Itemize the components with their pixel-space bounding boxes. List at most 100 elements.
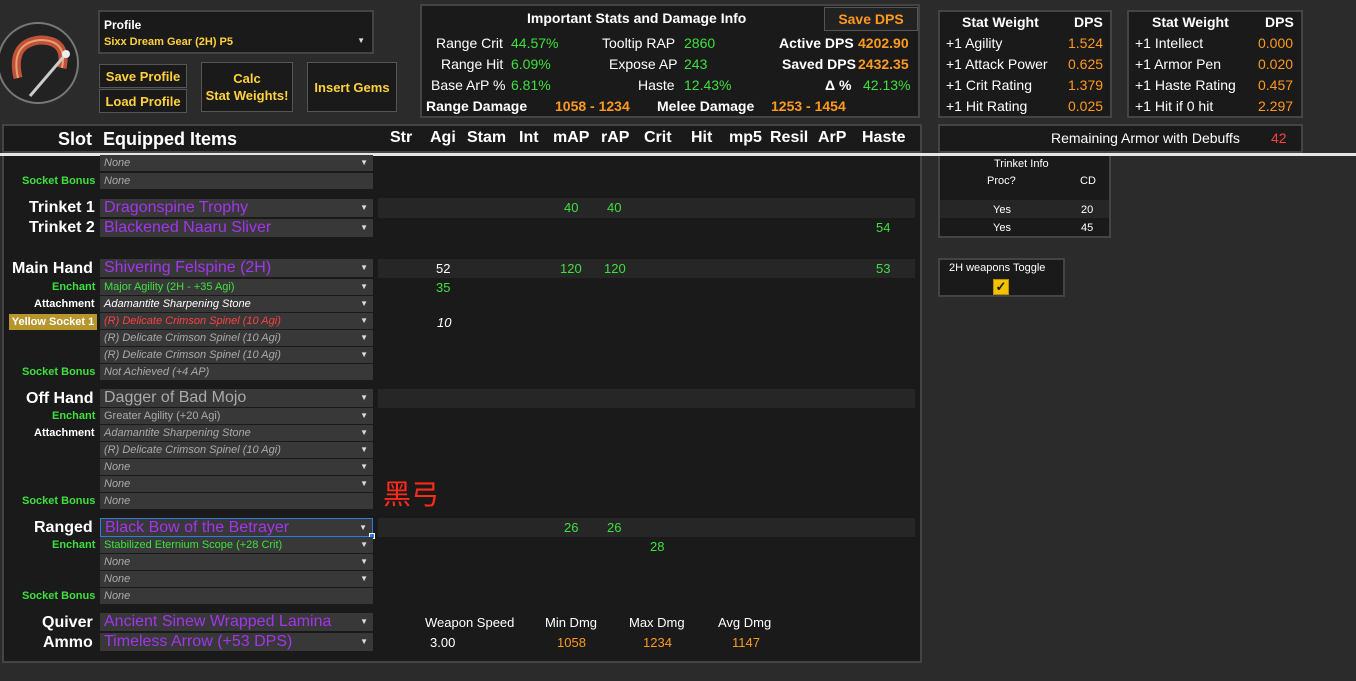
main-socket3-select[interactable]: (R) Delicate Crimson Spinel (10 Agi) ▼ xyxy=(100,347,373,363)
off-hand-select[interactable]: Dagger of Bad Mojo ▼ xyxy=(100,389,373,407)
col-haste: Haste xyxy=(862,129,906,146)
main-enchant-select[interactable]: Major Agility (2H - +35 Agi) ▼ xyxy=(100,279,373,295)
profile-select[interactable]: Sixx Dream Gear (2H) P5 ▼ xyxy=(102,36,370,52)
main-socket2-value: (R) Delicate Crimson Spinel (10 Agi) xyxy=(104,332,281,344)
chevron-down-icon[interactable]: ▼ xyxy=(360,389,368,407)
main-hand-select[interactable]: Shivering Felspine (2H) ▼ xyxy=(100,259,373,277)
melee-damage-value: 1253 - 1454 xyxy=(771,98,846,114)
gem-socket-select[interactable]: None ▼ xyxy=(100,155,373,171)
trinket1-select[interactable]: Dragonspine Trophy ▼ xyxy=(100,199,373,217)
stat-weight-header: Stat Weight xyxy=(962,14,1039,30)
off-attachment-select[interactable]: Adamantite Sharpening Stone ▼ xyxy=(100,425,373,441)
range-damage-label: Range Damage xyxy=(426,98,528,114)
off-enchant-value: Greater Agility (+20 Agi) xyxy=(104,410,221,422)
main-hand-value: Shivering Felspine (2H) xyxy=(104,259,272,276)
main-attachment-select[interactable]: Adamantite Sharpening Stone ▼ xyxy=(100,296,373,312)
chevron-down-icon[interactable]: ▼ xyxy=(360,425,368,441)
chevron-down-icon[interactable]: ▼ xyxy=(360,537,368,553)
ranged-enchant-value: Stabilized Eternium Scope (+28 Crit) xyxy=(104,539,283,551)
off-socket2-value: None xyxy=(104,461,131,473)
chevron-down-icon[interactable]: ▼ xyxy=(357,36,365,45)
attachment-label: Attachment xyxy=(34,298,95,310)
ranged-socket2-select[interactable]: None ▼ xyxy=(100,571,373,587)
range-crit-label: Range Crit xyxy=(436,35,503,51)
chevron-down-icon[interactable]: ▼ xyxy=(360,347,368,363)
avg-dmg-label: Avg Dmg xyxy=(718,615,772,630)
off-socket3-select[interactable]: None ▼ xyxy=(100,476,373,492)
stat-weight-header: Stat Weight xyxy=(1152,14,1229,30)
profile-select-value: Sixx Dream Gear (2H) P5 xyxy=(104,36,234,48)
chevron-down-icon[interactable]: ▼ xyxy=(360,571,368,587)
trinket-info-title: Trinket Info xyxy=(994,158,1049,170)
quiver-select[interactable]: Ancient Sinew Wrapped Lamina ▼ xyxy=(100,613,373,631)
ranged-value: Black Bow of the Betrayer xyxy=(105,519,290,536)
main-socket1-select[interactable]: (R) Delicate Crimson Spinel (10 Agi) ▼ xyxy=(100,313,373,329)
slot-label-ammo: Ammo xyxy=(43,634,93,651)
chevron-down-icon[interactable]: ▼ xyxy=(360,330,368,346)
ammo-value: Timeless Arrow (+53 DPS) xyxy=(104,633,293,650)
chevron-down-icon[interactable]: ▼ xyxy=(360,554,368,570)
chevron-down-icon[interactable]: ▼ xyxy=(360,613,368,631)
stat-row-bg xyxy=(378,198,915,218)
delta-value: 42.13% xyxy=(863,77,911,93)
slot-label-main-hand: Main Hand xyxy=(12,260,93,277)
chevron-down-icon[interactable]: ▼ xyxy=(360,155,368,171)
insert-gems-button[interactable]: Insert Gems xyxy=(307,62,397,112)
min-dmg-label: Min Dmg xyxy=(545,615,598,630)
weight-value: 1.524 xyxy=(1068,35,1104,51)
slot-label-off-hand: Off Hand xyxy=(26,390,94,407)
chevron-down-icon[interactable]: ▼ xyxy=(360,476,368,492)
trinket1-value: Dragonspine Trophy xyxy=(104,199,249,216)
chevron-down-icon[interactable]: ▼ xyxy=(360,313,368,329)
main-attachment-value: Adamantite Sharpening Stone xyxy=(104,298,251,310)
trinket1-map: 40 xyxy=(564,200,579,215)
chevron-down-icon[interactable]: ▼ xyxy=(360,199,368,217)
chevron-down-icon[interactable]: ▼ xyxy=(360,459,368,475)
weight-value: 0.000 xyxy=(1258,35,1294,51)
socket-bonus-label: Socket Bonus xyxy=(22,590,96,602)
col-slot: Slot xyxy=(58,129,92,149)
chevron-down-icon[interactable]: ▼ xyxy=(359,519,367,536)
calc-stat-weights-button[interactable]: Calc Stat Weights! xyxy=(201,62,293,112)
chevron-down-icon[interactable]: ▼ xyxy=(360,296,368,312)
chevron-down-icon[interactable]: ▼ xyxy=(360,442,368,458)
col-hit: Hit xyxy=(691,129,713,146)
weight-value: 2.297 xyxy=(1258,98,1294,114)
chevron-down-icon[interactable]: ▼ xyxy=(360,633,368,651)
max-dmg-value: 1234 xyxy=(643,635,672,650)
chevron-down-icon[interactable]: ▼ xyxy=(360,408,368,424)
chevron-down-icon[interactable]: ▼ xyxy=(360,219,368,237)
main-socket-bonus-text: Not Achieved (+4 AP) xyxy=(104,366,210,378)
ranged-enchant-select[interactable]: Stabilized Eternium Scope (+28 Crit) ▼ xyxy=(100,537,373,553)
off-enchant-select[interactable]: Greater Agility (+20 Agi) ▼ xyxy=(100,408,373,424)
base-arp-value: 6.81% xyxy=(511,77,551,93)
ranged-select[interactable]: Black Bow of the Betrayer ▼ xyxy=(100,518,373,537)
class-portrait-icon xyxy=(0,18,80,108)
weight-stat: +1 Armor Pen xyxy=(1135,56,1221,72)
ammo-select[interactable]: Timeless Arrow (+53 DPS) ▼ xyxy=(100,633,373,651)
weight-stat: +1 Hit if 0 hit xyxy=(1135,98,1214,114)
col-rap: rAP xyxy=(601,129,630,146)
off-socket1-select[interactable]: (R) Delicate Crimson Spinel (10 Agi) ▼ xyxy=(100,442,373,458)
ranged-socket-bonus-text: None xyxy=(104,590,131,602)
weight-value: 0.025 xyxy=(1068,98,1104,114)
chevron-down-icon[interactable]: ▼ xyxy=(360,279,368,295)
chevron-down-icon[interactable]: ▼ xyxy=(360,259,368,277)
load-profile-label: Load Profile xyxy=(105,93,181,109)
important-stats-title: Important Stats and Damage Info xyxy=(527,10,747,26)
main-socket2-select[interactable]: (R) Delicate Crimson Spinel (10 Agi) ▼ xyxy=(100,330,373,346)
enchant-label: Enchant xyxy=(52,539,96,551)
yellow-socket-label: Yellow Socket 1 xyxy=(9,314,97,330)
trinket2-select[interactable]: Blackened Naaru Sliver ▼ xyxy=(100,219,373,237)
ranged-socket1-select[interactable]: None ▼ xyxy=(100,554,373,570)
off-socket3-value: None xyxy=(104,478,131,490)
save-dps-button[interactable]: Save DPS xyxy=(824,7,918,31)
load-profile-button[interactable]: Load Profile xyxy=(99,89,187,113)
save-profile-button[interactable]: Save Profile xyxy=(99,64,187,88)
armor-label: Remaining Armor with Debuffs xyxy=(1051,130,1240,146)
save-dps-label: Save DPS xyxy=(838,10,904,27)
stat-row-bg xyxy=(378,389,915,408)
trinket2-value: Blackened Naaru Sliver xyxy=(104,219,272,236)
two-hand-toggle-checkbox[interactable]: ✓ xyxy=(993,279,1009,295)
off-socket2-select[interactable]: None ▼ xyxy=(100,459,373,475)
